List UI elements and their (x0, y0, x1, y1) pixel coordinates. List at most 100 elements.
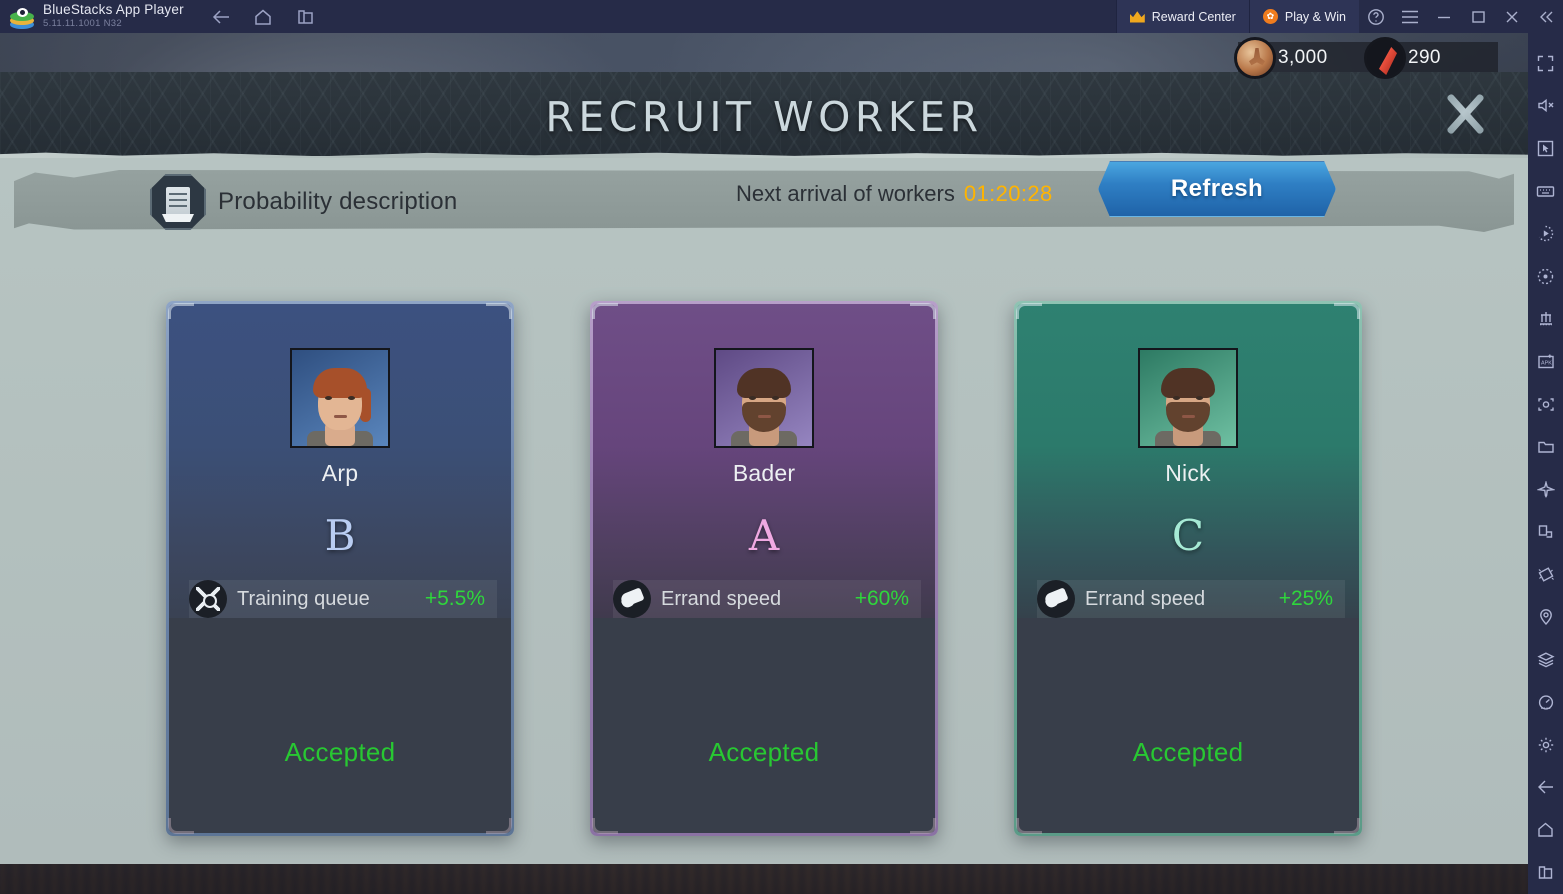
card-corner-ornament (592, 303, 618, 319)
worker-skill-value: +5.5% (424, 587, 485, 610)
sidebar-settings-button[interactable] (1528, 724, 1563, 767)
bluestacks-sidebar: APK (1528, 33, 1563, 894)
card-corner-ornament (486, 303, 512, 319)
card-corner-ornament (1016, 303, 1042, 319)
worker-skill-name: Training queue (237, 587, 370, 610)
currency-hud: 3,000 290 (1234, 37, 1498, 79)
modal-body: Probability description Next arrival of … (0, 152, 1528, 864)
back-button[interactable] (208, 5, 234, 29)
close-window-button[interactable] (1495, 0, 1529, 33)
refresh-label: Refresh (1170, 175, 1264, 202)
sidebar-instance-manager-button[interactable] (1528, 298, 1563, 341)
boot-errand-speed-icon (613, 580, 651, 618)
worker-rank: A (748, 511, 780, 560)
worker-status: Accepted (284, 737, 396, 767)
worker-card[interactable]: Arp B Training queue +5.5% Accepted (166, 301, 514, 836)
worker-name: Bader (732, 460, 796, 486)
worker-skill-value: +60% (854, 587, 909, 610)
sidebar-android-back-button[interactable] (1528, 766, 1563, 809)
worker-portrait (290, 348, 390, 448)
scroll-icon (150, 174, 206, 230)
card-corner-ornament (910, 818, 936, 834)
worker-rank: C (1171, 511, 1205, 560)
boot-errand-speed-icon (1037, 580, 1075, 618)
recents-button[interactable] (292, 5, 318, 29)
probability-description-label: Probability description (218, 188, 458, 215)
worker-status: Accepted (708, 737, 820, 767)
sidebar-location-button[interactable] (1528, 596, 1563, 639)
titlebar-nav-group (208, 5, 318, 29)
minimize-button[interactable] (1427, 0, 1461, 33)
reward-center-button[interactable]: Reward Center (1115, 0, 1249, 33)
card-corner-ornament (168, 818, 194, 834)
app-name: BlueStacks App Player (43, 2, 184, 17)
sidebar-macro-play-button[interactable] (1528, 212, 1563, 255)
titlebar-right-group: Reward Center ✿ Play & Win (1115, 0, 1563, 33)
worker-skill-row: Errand speed +60% (613, 580, 921, 618)
svg-text:APK: APK (1541, 361, 1552, 367)
next-arrival-label: Next arrival of workers (736, 181, 955, 206)
card-corner-ornament (168, 303, 194, 319)
play-and-win-button[interactable]: ✿ Play & Win (1248, 0, 1359, 33)
coin-counter[interactable]: 3,000 (1234, 37, 1368, 79)
window-titlebar: BlueStacks App Player 5.11.11.1001 N32 R… (0, 0, 1563, 33)
next-arrival-block: Next arrival of workers 01:20:28 (736, 181, 1053, 207)
sidebar-mute-button[interactable] (1528, 85, 1563, 128)
sidebar-android-home-button[interactable] (1528, 809, 1563, 852)
sidebar-record-button[interactable] (1528, 255, 1563, 298)
worker-skill-row: Errand speed +25% (1037, 580, 1345, 618)
game-viewport: 3,000 290 RECRUIT WORKER Probability des… (0, 33, 1528, 894)
modal-header: RECRUIT WORKER (0, 72, 1528, 156)
maximize-button[interactable] (1461, 0, 1495, 33)
worker-status: Accepted (1132, 737, 1244, 767)
worker-portrait (714, 348, 814, 448)
bluestacks-window: BlueStacks App Player 5.11.11.1001 N32 R… (0, 0, 1563, 894)
sidebar-install-apk-button[interactable]: APK (1528, 340, 1563, 383)
worker-card-list: Arp B Training queue +5.5% Accepted Bade… (0, 301, 1528, 836)
app-title-block: BlueStacks App Player 5.11.11.1001 N32 (43, 3, 184, 30)
card-corner-ornament (486, 818, 512, 834)
sidebar-cursor-mode-button[interactable] (1528, 127, 1563, 170)
page-title: RECRUIT WORKER (545, 93, 983, 141)
home-button[interactable] (250, 5, 276, 29)
worker-name: Nick (1165, 460, 1211, 486)
sidebar-keyboard-button[interactable] (1528, 170, 1563, 213)
worker-name: Arp (321, 460, 359, 486)
copper-coin-icon (1234, 37, 1276, 79)
card-corner-ornament (1016, 818, 1042, 834)
reward-center-label: Reward Center (1151, 9, 1236, 24)
sidebar-rotate-screen-button[interactable] (1528, 511, 1563, 554)
crown-icon (1129, 11, 1145, 23)
close-modal-button[interactable] (1438, 87, 1492, 141)
hamburger-menu-button[interactable] (1393, 0, 1427, 33)
sidebar-sync-button[interactable] (1528, 638, 1563, 681)
flower-badge-icon: ✿ (1262, 9, 1278, 24)
sidebar-media-manager-button[interactable] (1528, 425, 1563, 468)
sidebar-eco-mode-button[interactable] (1528, 468, 1563, 511)
sidebar-fullscreen-button[interactable] (1528, 42, 1563, 85)
worker-rank: B (324, 511, 356, 560)
gem-counter[interactable]: 290 (1364, 37, 1498, 79)
sidebar-performance-button[interactable] (1528, 681, 1563, 724)
card-corner-ornament (1334, 303, 1360, 319)
collapse-sidebar-button[interactable] (1529, 0, 1563, 33)
worker-card[interactable]: Bader A Errand speed +60% Accepted (590, 301, 938, 836)
sidebar-android-recents-button[interactable] (1528, 851, 1563, 894)
sidebar-shake-button[interactable] (1528, 553, 1563, 596)
worker-card[interactable]: Nick C Errand speed +25% Accepted (1014, 301, 1362, 836)
worker-portrait (1138, 348, 1238, 448)
worker-skill-row: Training queue +5.5% (189, 580, 497, 618)
sidebar-screenshot-button[interactable] (1528, 383, 1563, 426)
worker-skill-value: +25% (1278, 587, 1333, 610)
probability-description-button[interactable]: Probability description (150, 174, 457, 230)
shuriken-training-icon (189, 580, 227, 618)
refresh-button[interactable]: Refresh (1098, 161, 1336, 217)
card-corner-ornament (592, 818, 618, 834)
bluestacks-logo-icon (10, 5, 34, 29)
card-corner-ornament (910, 303, 936, 319)
red-gem-icon (1364, 37, 1406, 79)
worker-skill-name: Errand speed (1085, 587, 1206, 610)
recruit-worker-modal: RECRUIT WORKER Probability description N… (0, 72, 1528, 864)
app-version: 5.11.11.1001 N32 (43, 18, 122, 29)
help-button[interactable] (1359, 0, 1393, 33)
